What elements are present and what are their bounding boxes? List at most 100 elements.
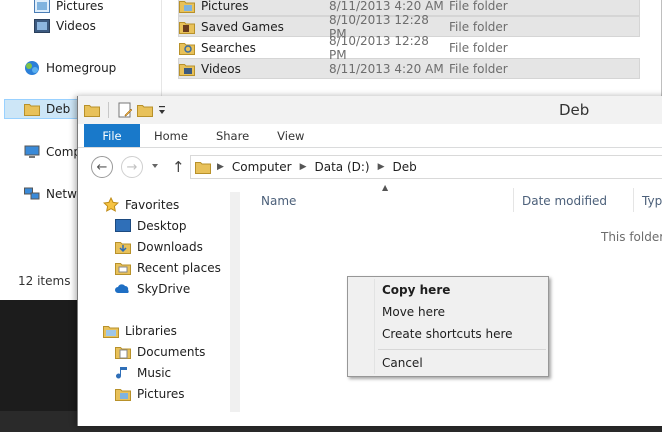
bg-nav-item-network[interactable]: Netw [24,184,77,204]
empty-folder-message: This folder i [601,230,662,244]
recent-places-icon [115,261,131,275]
column-header-name[interactable]: Name [261,194,296,208]
file-type: File folder [449,0,508,13]
nav-item-music[interactable]: Music [115,362,171,383]
sort-ascending-icon: ▲ [382,183,389,192]
file-name: Saved Games [201,19,284,34]
videos-icon [34,19,50,33]
downloads-icon [115,240,131,254]
bg-nav-label-network: Netw [46,187,77,201]
file-type: File folder [449,40,508,55]
column-divider[interactable] [633,188,634,212]
nav-label-documents: Documents [137,344,206,359]
window-title: Deb [559,101,590,119]
title-bar[interactable]: Deb [78,96,662,124]
menu-item-create-shortcuts[interactable]: Create shortcuts here [382,324,513,344]
breadcrumb-separator-icon[interactable]: ▶ [378,162,385,172]
menu-icon-gutter [374,279,375,374]
nav-label-pictures: Pictures [137,386,185,401]
saved-games-folder-icon [179,20,195,34]
breadcrumb-separator-icon[interactable]: ▶ [217,162,224,172]
tab-view[interactable]: View [263,124,318,147]
file-name: Videos [201,61,241,76]
nav-item-skydrive[interactable]: SkyDrive [115,278,190,299]
nav-label-downloads: Downloads [137,239,203,254]
pictures-icon [34,0,50,13]
quick-access-toolbar [84,102,167,118]
computer-icon [24,145,40,159]
bg-nav-item-homegroup[interactable]: Homegroup [24,58,116,78]
nav-item-libraries[interactable]: Libraries [103,320,177,341]
tab-file[interactable]: File [84,124,140,147]
recent-locations-chevron-icon[interactable] [150,161,160,171]
nav-item-downloads[interactable]: Downloads [115,236,203,257]
breadcrumb-computer[interactable]: Computer [232,160,292,174]
nav-label-desktop: Desktop [137,218,187,233]
folder-icon [84,103,100,117]
file-type: File folder [449,61,508,76]
nav-item-favorites[interactable]: Favorites [103,194,179,215]
navigation-pane: Favorites Desktop Downloads Recent place… [78,192,240,432]
nav-item-recent-places[interactable]: Recent places [115,257,221,278]
menu-item-cancel[interactable]: Cancel [382,353,423,373]
nav-label-skydrive: SkyDrive [137,281,191,296]
nav-label-recent-places: Recent places [137,260,221,275]
desktop-background [0,300,78,411]
pictures-icon [115,387,131,401]
file-row[interactable]: Videos 8/11/2013 4:20 AM File folder [178,58,640,79]
bg-nav-item-videos[interactable]: Videos [34,16,96,36]
music-note-icon [115,365,131,381]
background-file-list: Pictures 8/11/2013 4:20 AM File folder S… [178,0,640,79]
bg-nav-item-computer[interactable]: Comp [24,142,81,162]
column-header-date-modified[interactable]: Date modified [522,194,607,208]
properties-icon[interactable] [117,102,133,118]
menu-item-copy-here[interactable]: Copy here [382,280,450,300]
star-icon [103,196,119,213]
file-name: Pictures [201,0,249,13]
forward-arrow-icon: → [126,159,138,175]
videos-folder-icon [179,62,195,76]
bg-nav-label-videos: Videos [56,19,96,33]
tab-home[interactable]: Home [140,124,202,147]
folder-icon [24,102,40,116]
navigation-bar: ← → ↑ ▶ Computer ▶ Data (D:) ▶ Deb [78,152,662,182]
network-icon [24,187,40,201]
nav-item-desktop[interactable]: Desktop [115,215,187,236]
nav-label-favorites: Favorites [125,197,180,212]
ribbon-tabs: File Home Share View [78,124,662,148]
nav-item-pictures[interactable]: Pictures [115,383,185,404]
forward-button[interactable]: → [121,156,143,178]
new-folder-icon[interactable] [137,103,153,117]
folder-icon [195,160,211,174]
breadcrumb-data-drive[interactable]: Data (D:) [315,160,370,174]
toolbar-divider [108,102,109,118]
back-button[interactable]: ← [91,156,113,178]
nav-pane-scrollbar[interactable] [230,192,240,412]
file-row[interactable]: Searches 8/10/2013 12:28 PM File folder [178,34,640,62]
file-date: 8/10/2013 12:28 PM [329,33,429,62]
pictures-folder-icon [179,0,195,13]
bg-nav-label-computer: Comp [46,145,82,159]
column-header-type[interactable]: Typ [642,194,662,208]
customize-toolbar-chevron-icon[interactable] [157,104,167,116]
breadcrumb-deb[interactable]: Deb [393,160,417,174]
address-bar[interactable]: ▶ Computer ▶ Data (D:) ▶ Deb [190,155,662,179]
bg-nav-item-pictures[interactable]: Pictures [34,0,104,16]
nav-item-documents[interactable]: Documents [115,341,205,362]
status-item-count: 12 items [18,274,71,288]
bg-nav-label-pictures: Pictures [56,0,104,13]
file-date: 8/11/2013 4:20 AM [329,61,444,76]
up-arrow-icon[interactable]: ↑ [172,158,185,176]
column-divider[interactable] [513,188,514,212]
bg-nav-label-deb: Deb [46,102,71,116]
tab-share[interactable]: Share [202,124,263,147]
breadcrumb-separator-icon[interactable]: ▶ [300,162,307,172]
menu-item-move-here[interactable]: Move here [382,302,445,322]
file-date: 8/11/2013 4:20 AM [329,0,444,13]
nav-label-libraries: Libraries [125,323,177,338]
libraries-icon [103,324,119,338]
back-arrow-icon: ← [96,159,108,175]
menu-separator [378,349,546,350]
file-name: Searches [201,40,256,55]
homegroup-icon [24,60,40,76]
